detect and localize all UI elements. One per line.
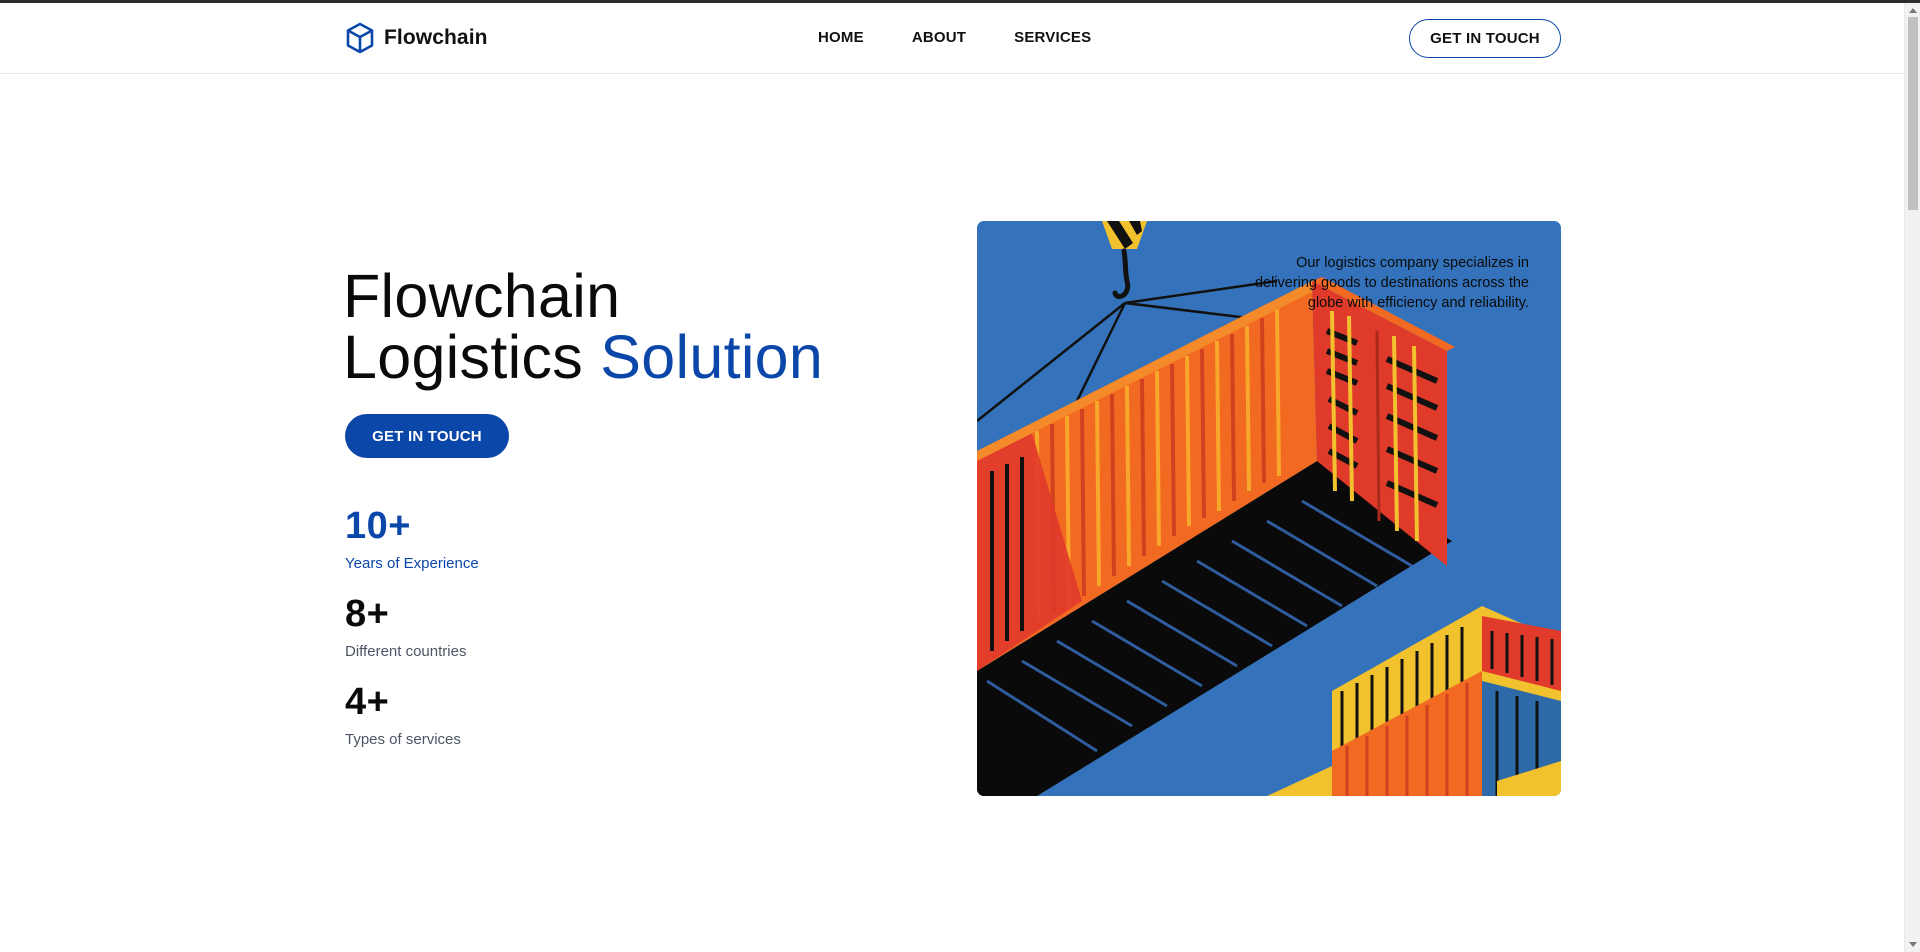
site-header: Flowchain HOME ABOUT SERVICES GET IN TOU… [0, 3, 1904, 74]
nav-home[interactable]: HOME [818, 29, 864, 46]
scroll-up-arrow-icon[interactable] [1909, 8, 1917, 13]
brand-logo[interactable]: Flowchain [345, 22, 488, 54]
nav-about[interactable]: ABOUT [912, 29, 966, 46]
brand-name: Flowchain [384, 26, 488, 49]
stat-value: 4+ [345, 681, 390, 723]
scroll-thumb[interactable] [1908, 17, 1918, 210]
stat-label: Years of Experience [345, 555, 479, 572]
hero-get-in-touch-button[interactable]: GET IN TOUCH [345, 414, 509, 458]
header-get-in-touch-button[interactable]: GET IN TOUCH [1409, 19, 1561, 58]
stat-experience: 10+ Years of Experience [345, 507, 479, 572]
stat-countries: 8+ Different countries [345, 595, 466, 660]
main-nav: HOME ABOUT SERVICES [818, 29, 1091, 46]
hero-illustration: Our logistics company specializes in del… [977, 221, 1561, 796]
hero-description: Our logistics company specializes in del… [1254, 255, 1529, 311]
nav-services[interactable]: SERVICES [1014, 29, 1091, 46]
stat-value: 8+ [345, 593, 390, 635]
scroll-down-arrow-icon[interactable] [1909, 942, 1917, 947]
stat-services: 4+ Types of services [345, 683, 461, 748]
stat-label: Different countries [345, 643, 467, 660]
stat-value: 10+ [345, 505, 411, 547]
cube-icon [346, 22, 374, 54]
hero-title-line2: Logistics [343, 323, 601, 391]
hero-title: Flowchain Logistics Solution [343, 266, 823, 388]
page-scrollbar[interactable] [1904, 3, 1920, 952]
hero-title-line1: Flowchain [343, 262, 621, 330]
hero-title-accent: Solution [600, 323, 824, 391]
stat-label: Types of services [345, 731, 461, 748]
